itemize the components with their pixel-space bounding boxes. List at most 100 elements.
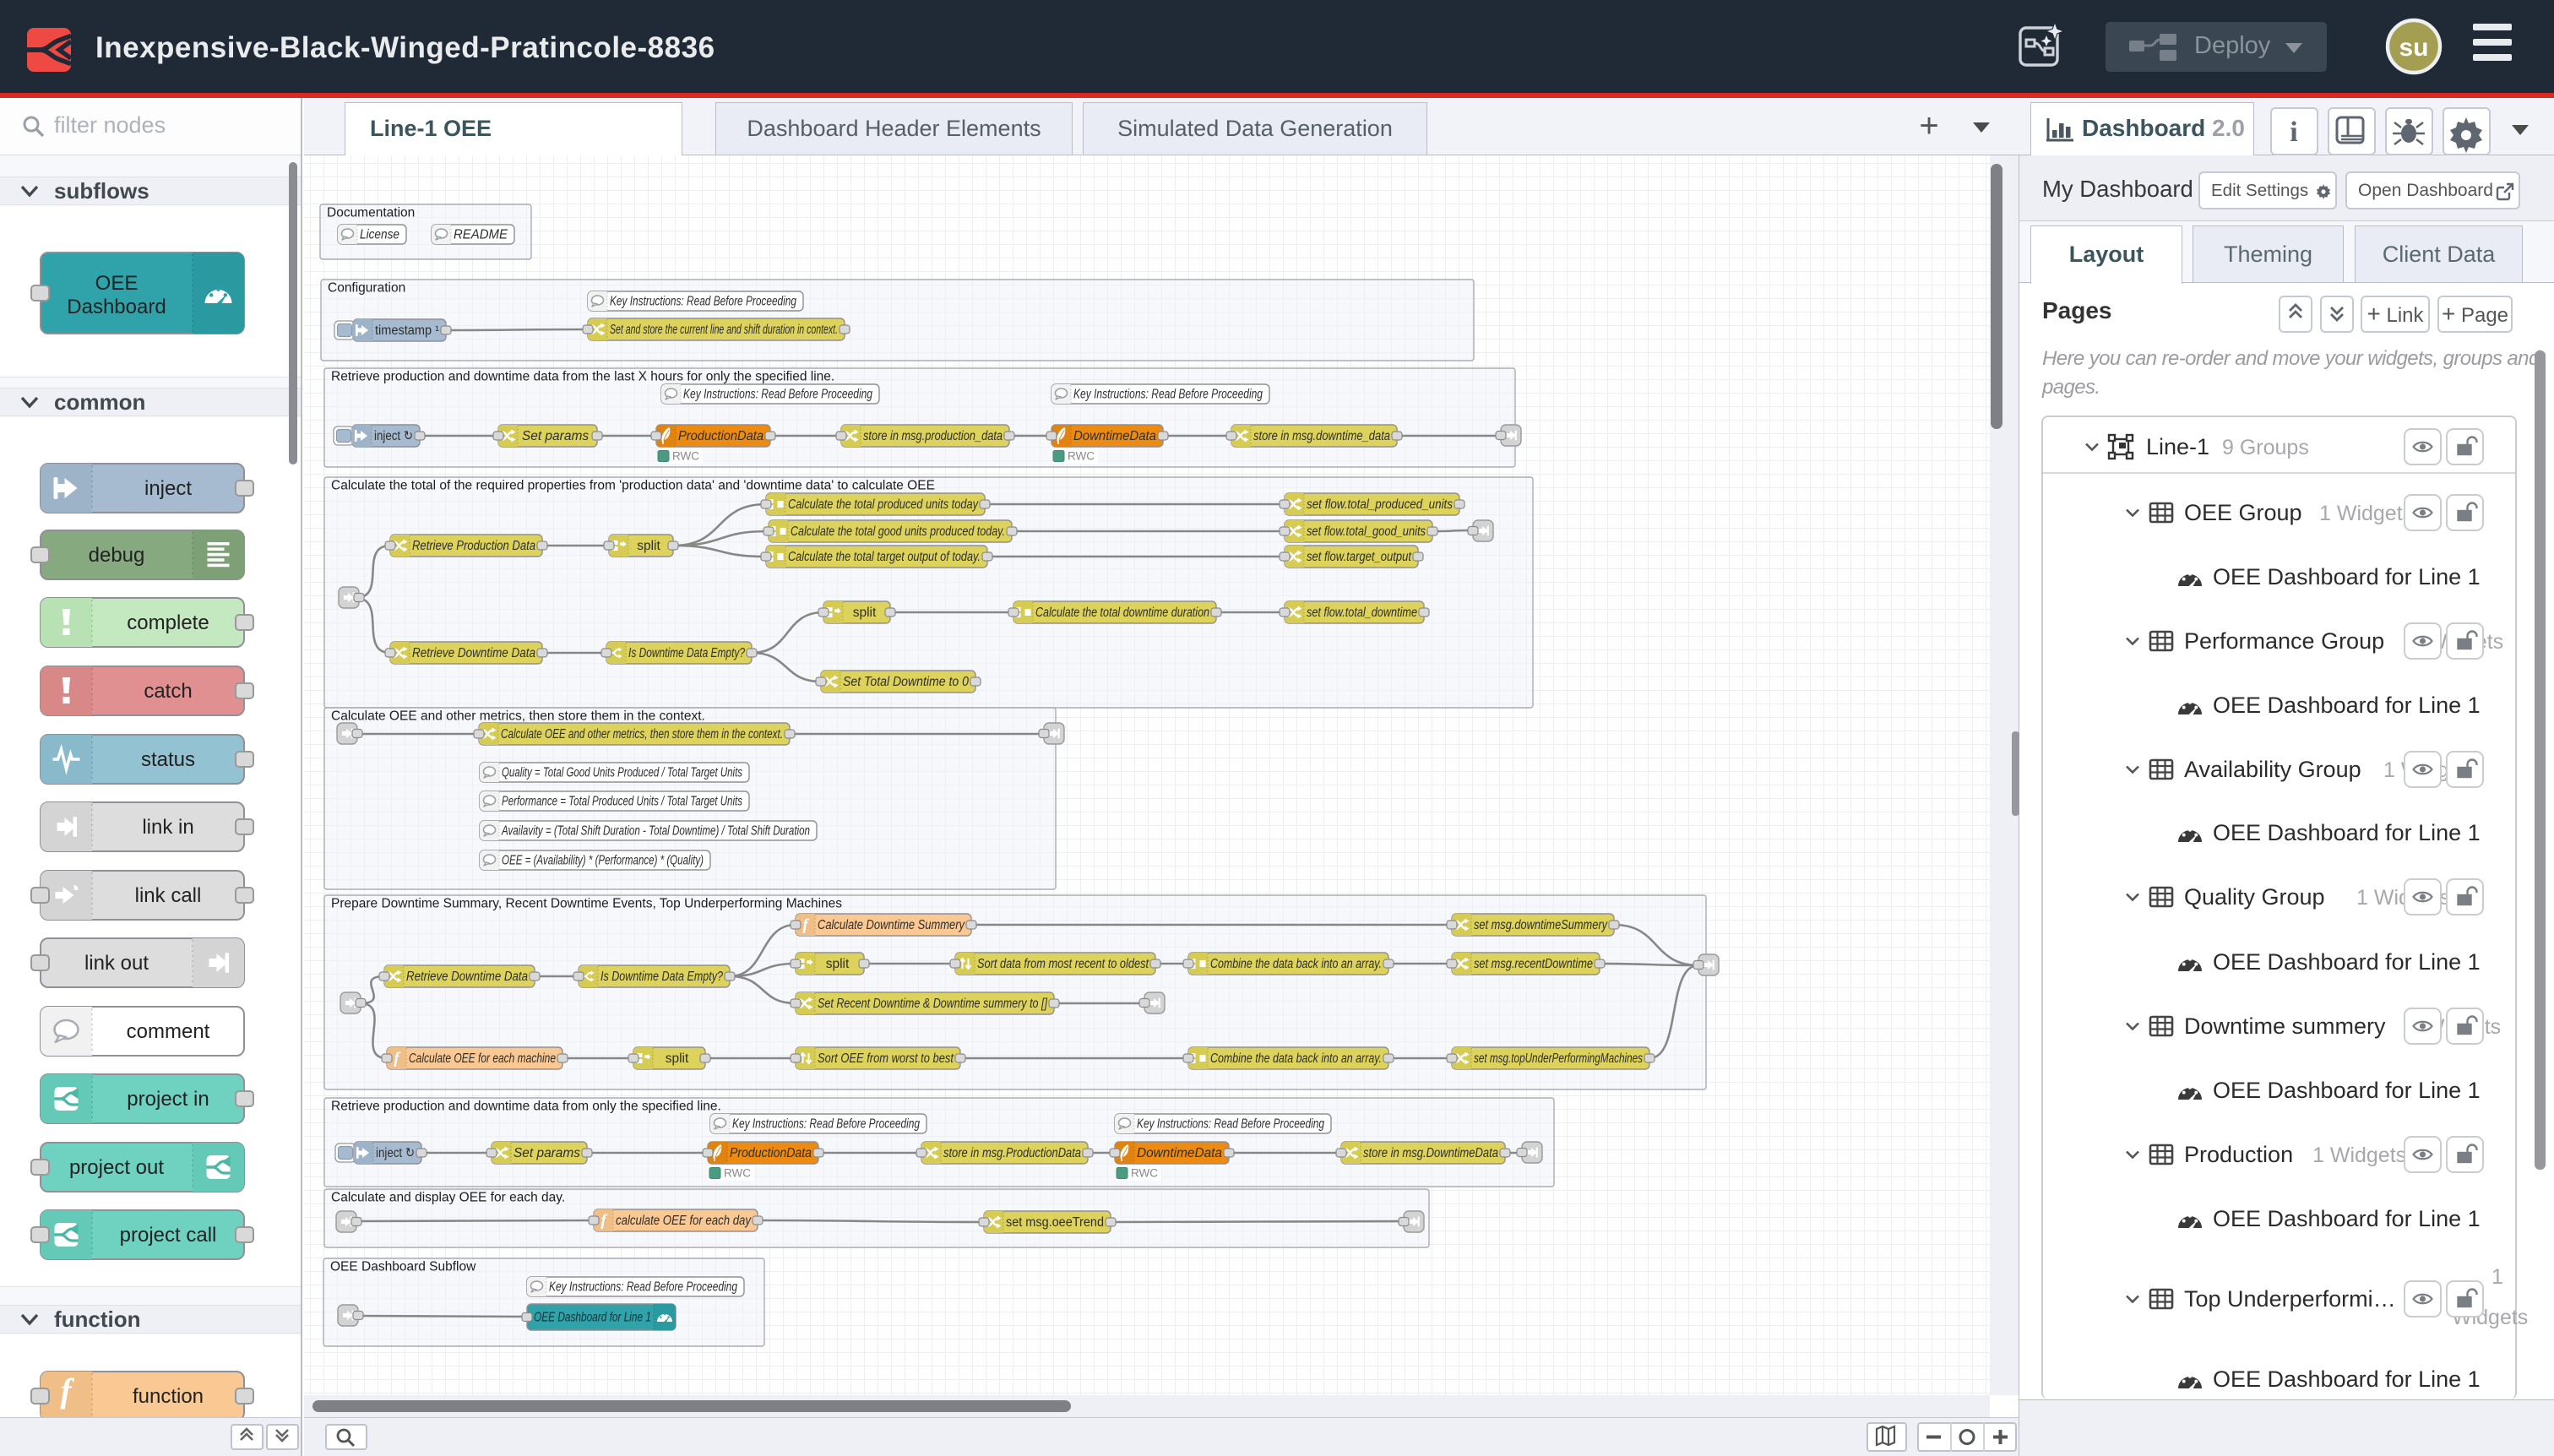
svg-text:link call: link call: [135, 884, 202, 907]
svg-text:OEE Group: OEE Group: [2184, 500, 2302, 525]
svg-text:Sort OEE from worst to best: Sort OEE from worst to best: [818, 1051, 954, 1066]
svg-text:Top Underperformi…: Top Underperformi…: [2184, 1286, 2396, 1312]
svg-text:OEE Dashboard Subflow: OEE Dashboard Subflow: [330, 1260, 476, 1274]
svg-text:debug: debug: [89, 544, 145, 567]
svg-text:OEE = (Availability) * (Perfor: OEE = (Availability) * (Performance) * (…: [502, 854, 704, 868]
svg-text:Calculate the total target out: Calculate the total target output of tod…: [788, 550, 981, 564]
svg-text:ProductionData: ProductionData: [678, 429, 763, 443]
svg-text:Performance Group: Performance Group: [2184, 628, 2384, 654]
svg-text:split: split: [666, 1051, 689, 1066]
svg-text:set msg.topUnderPerformingMach: set msg.topUnderPerformingMachines: [1474, 1051, 1643, 1066]
svg-text:DowntimeData: DowntimeData: [1137, 1146, 1222, 1160]
svg-text:complete: complete: [127, 611, 209, 634]
svg-text:status: status: [141, 748, 195, 771]
svg-text:Is Downtime Data Empty?: Is Downtime Data Empty?: [628, 646, 745, 660]
svg-text:1: 1: [2492, 1265, 2503, 1289]
svg-text:set flow.target_output: set flow.target_output: [1307, 550, 1412, 564]
svg-text:split: split: [826, 957, 850, 971]
svg-text:Availavity = (Total Shift Dura: Availavity = (Total Shift Duration - Tot…: [501, 824, 810, 839]
svg-text:Set Recent Downtime & Downtime: Set Recent Downtime & Downtime summery t…: [818, 997, 1048, 1011]
svg-text:Combine the data back into an: Combine the data back into an array.: [1210, 957, 1382, 971]
svg-text:Retrieve Downtime Data: Retrieve Downtime Data: [412, 646, 535, 660]
svg-text:License: License: [360, 228, 399, 242]
svg-text:store in msg.DowntimeData: store in msg.DowntimeData: [1363, 1146, 1498, 1160]
svg-text:1 Widgets: 1 Widgets: [2312, 1144, 2406, 1167]
svg-text:Downtime summery: Downtime summery: [2184, 1013, 2386, 1039]
svg-text:link out: link out: [84, 952, 149, 975]
svg-text:9 Groups: 9 Groups: [2222, 436, 2309, 459]
svg-text:Calculate the total produced u: Calculate the total produced units today: [788, 497, 979, 512]
svg-text:Sort data from most recent to: Sort data from most recent to oldest: [977, 957, 1149, 971]
svg-text:DowntimeData: DowntimeData: [1073, 429, 1156, 443]
svg-text:function: function: [133, 1385, 204, 1408]
svg-text:OEE Dashboard for Line 1: OEE Dashboard for Line 1: [534, 1311, 651, 1325]
svg-text:Key Instructions: Read Before: Key Instructions: Read Before Proceeding: [1137, 1117, 1324, 1132]
svg-text:ProductionData: ProductionData: [730, 1146, 812, 1160]
svg-text:Calculate the total good units: Calculate the total good units produced …: [791, 524, 1005, 539]
svg-text:Key Instructions: Read Before: Key Instructions: Read Before Proceeding: [549, 1280, 737, 1295]
svg-text:Key Instructions: Read Before: Key Instructions: Read Before Proceeding: [1073, 388, 1263, 402]
svg-text:OEE Dashboard for Line 1: OEE Dashboard for Line 1: [2213, 1078, 2481, 1103]
svg-text:Calculate OEE and other metric: Calculate OEE and other metrics, then st…: [331, 709, 705, 724]
svg-text:set flow.total_downtime: set flow.total_downtime: [1307, 606, 1417, 620]
svg-text:set flow.total_produced_units: set flow.total_produced_units: [1307, 497, 1453, 512]
svg-text:Calculate the total of the req: Calculate the total of the required prop…: [331, 479, 935, 493]
svg-text:Quality Group: Quality Group: [2184, 884, 2325, 910]
svg-text:Line-1: Line-1: [2146, 434, 2209, 459]
svg-text:Performance = Total Produced U: Performance = Total Produced Units / Tot…: [502, 795, 742, 809]
svg-text:RWC: RWC: [672, 450, 699, 463]
svg-text:Combine the data back into an: Combine the data back into an array.: [1210, 1051, 1382, 1066]
svg-text:RWC: RWC: [1068, 450, 1095, 463]
svg-text:OEE Dashboard for Line 1: OEE Dashboard for Line 1: [2213, 949, 2481, 975]
svg-text:Prepare Downtime Summary, Rece: Prepare Downtime Summary, Recent Downtim…: [331, 897, 842, 911]
svg-text:project in: project in: [127, 1088, 209, 1111]
svg-text:timestamp ¹: timestamp ¹: [375, 323, 439, 338]
svg-text:Key Instructions: Read Before: Key Instructions: Read Before Proceeding: [683, 388, 872, 402]
svg-text:Retrieve Downtime Data: Retrieve Downtime Data: [406, 970, 528, 984]
svg-text:Availability Group: Availability Group: [2184, 757, 2361, 782]
svg-text:project out: project out: [69, 1156, 164, 1179]
svg-text:comment: comment: [127, 1020, 210, 1043]
svg-text:Is Downtime Data Empty?: Is Downtime Data Empty?: [600, 970, 723, 984]
svg-text:Configuration: Configuration: [328, 281, 405, 296]
svg-text:su: su: [2399, 34, 2428, 62]
svg-text:OEE Dashboard for Line 1: OEE Dashboard for Line 1: [2213, 1366, 2481, 1392]
svg-text:Calculate Downtime Summery: Calculate Downtime Summery: [818, 918, 965, 932]
svg-text:inject ↻: inject ↻: [376, 1146, 415, 1160]
svg-text:Production: Production: [2184, 1142, 2293, 1167]
svg-text:Documentation: Documentation: [327, 206, 415, 220]
svg-text:Retrieve production and downti: Retrieve production and downtime data fr…: [331, 1100, 721, 1114]
svg-text:RWC: RWC: [724, 1167, 751, 1180]
svg-text:Calculate and display OEE for: Calculate and display OEE for each day.: [331, 1191, 565, 1205]
svg-text:Calculate the total downtime d: Calculate the total downtime duration: [1035, 606, 1209, 620]
svg-text:RWC: RWC: [1131, 1167, 1158, 1180]
svg-text:README: README: [454, 228, 508, 242]
svg-text:Dashboard: Dashboard: [67, 296, 166, 318]
svg-text:Set Total Downtime to 0: Set Total Downtime to 0: [843, 675, 969, 689]
svg-text:inject: inject: [144, 477, 192, 500]
svg-text:split: split: [853, 606, 877, 620]
svg-text:Retrieve production and downti: Retrieve production and downtime data fr…: [331, 370, 834, 384]
svg-text:Set params: Set params: [522, 429, 590, 443]
svg-text:catch: catch: [144, 680, 192, 703]
svg-text:project call: project call: [120, 1224, 217, 1247]
svg-text:Calculate OEE for each machine: Calculate OEE for each machine: [409, 1051, 556, 1066]
svg-text:OEE Dashboard for Line 1: OEE Dashboard for Line 1: [2213, 564, 2481, 589]
svg-text:set msg.downtimeSummery: set msg.downtimeSummery: [1474, 918, 1608, 932]
svg-text:Calculate OEE and other metric: Calculate OEE and other metrics, then st…: [501, 727, 783, 742]
svg-text:link in: link in: [142, 816, 193, 839]
svg-text:inject ↻: inject ↻: [374, 429, 413, 443]
svg-text:store in msg.production_data: store in msg.production_data: [863, 429, 1003, 443]
svg-text:split: split: [637, 539, 660, 553]
svg-text:OEE Dashboard for Line 1: OEE Dashboard for Line 1: [2213, 693, 2481, 718]
svg-text:Set and store the current line: Set and store the current line and shift…: [610, 323, 838, 337]
svg-text:Retrieve Production Data: Retrieve Production Data: [412, 539, 535, 553]
svg-text:Set params: Set params: [514, 1146, 580, 1160]
svg-text:set flow.total_good_units: set flow.total_good_units: [1307, 524, 1426, 539]
svg-text:Key Instructions: Read Before: Key Instructions: Read Before Proceeding: [610, 295, 796, 309]
svg-text:OEE Dashboard for Line 1: OEE Dashboard for Line 1: [2213, 1206, 2481, 1231]
svg-text:1 Widgets: 1 Widgets: [2319, 502, 2413, 525]
svg-text:Key Instructions: Read Before: Key Instructions: Read Before Proceeding: [732, 1117, 920, 1132]
svg-text:set msg.recentDowntime: set msg.recentDowntime: [1474, 957, 1593, 971]
svg-text:store in msg.downtime_data: store in msg.downtime_data: [1253, 429, 1390, 443]
